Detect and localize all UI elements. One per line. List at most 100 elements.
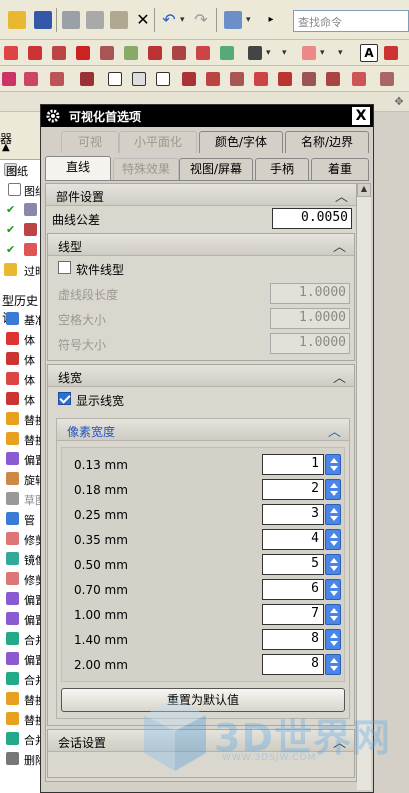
box-filled-icon[interactable] bbox=[132, 72, 146, 86]
history-item[interactable]: 旋转 bbox=[0, 469, 43, 489]
snap-icon[interactable]: ✥ bbox=[392, 95, 406, 109]
space-size-input[interactable]: 1.0000 bbox=[270, 308, 350, 329]
spin-buttons[interactable] bbox=[325, 579, 341, 600]
abc-text-icon[interactable] bbox=[302, 72, 316, 86]
history-item[interactable]: 合并 bbox=[0, 729, 43, 749]
pixel-width-header[interactable]: 像素宽度 ︿ bbox=[57, 419, 349, 441]
tab-names-borders[interactable]: 名称/边界 bbox=[285, 131, 369, 153]
navigator-row[interactable]: 图纸 bbox=[0, 160, 43, 180]
show-lineweight-checkbox[interactable] bbox=[58, 392, 71, 405]
history-item[interactable]: 基准 bbox=[0, 309, 43, 329]
update-icon[interactable] bbox=[220, 46, 234, 60]
linetype-header[interactable]: 线型 ︿ bbox=[48, 234, 354, 256]
pixel-width-value[interactable]: 4 bbox=[262, 529, 324, 550]
history-item[interactable]: 偏置 bbox=[0, 449, 43, 469]
spin-down-icon[interactable] bbox=[330, 516, 338, 521]
history-item[interactable]: 偏置 bbox=[0, 609, 43, 629]
pixel-width-value[interactable]: 6 bbox=[262, 579, 324, 600]
parts-list-icon[interactable] bbox=[206, 72, 220, 86]
navigator-row[interactable]: ✔ bbox=[0, 200, 43, 220]
history-item[interactable]: 修剪 bbox=[0, 529, 43, 549]
tab-handles[interactable]: 手柄 bbox=[255, 158, 309, 180]
history-item[interactable]: 合并 bbox=[0, 629, 43, 649]
spin-buttons[interactable] bbox=[325, 554, 341, 575]
pixel-width-value[interactable]: 2 bbox=[262, 479, 324, 500]
tab-special-effects[interactable]: 特殊效果 bbox=[113, 158, 179, 180]
undo-icon[interactable]: ↶ bbox=[160, 11, 178, 29]
grid-symbol-icon[interactable] bbox=[24, 72, 38, 86]
link-icon[interactable] bbox=[52, 46, 66, 60]
curve-tolerance-input[interactable]: 0.0050 bbox=[272, 208, 352, 229]
history-item[interactable]: 管 bbox=[0, 509, 43, 529]
pixel-width-spinner[interactable]: 2 bbox=[262, 479, 342, 500]
arrow-right-icon[interactable]: ▸ bbox=[262, 11, 280, 29]
text-annotation-icon[interactable]: A bbox=[360, 44, 378, 62]
hatch-dropdown-icon[interactable]: ▾ bbox=[320, 48, 325, 58]
spin-up-icon[interactable] bbox=[330, 658, 338, 663]
pixel-width-value[interactable]: 1 bbox=[262, 454, 324, 475]
close-button[interactable]: X bbox=[352, 107, 370, 125]
pixel-width-spinner[interactable]: 4 bbox=[262, 529, 342, 550]
pixel-width-spinner[interactable]: 1 bbox=[262, 454, 342, 475]
pixel-width-spinner[interactable]: 8 bbox=[262, 654, 342, 675]
spin-up-icon[interactable] bbox=[330, 608, 338, 613]
spin-down-icon[interactable] bbox=[330, 466, 338, 471]
history-item[interactable]: 体 bbox=[0, 369, 43, 389]
history-item[interactable]: 合并 bbox=[0, 669, 43, 689]
redo-icon[interactable]: ↷ bbox=[192, 11, 210, 29]
pixel-width-value[interactable]: 7 bbox=[262, 604, 324, 625]
layout-icon[interactable] bbox=[248, 46, 262, 60]
tab-color-font[interactable]: 颜色/字体 bbox=[199, 131, 283, 153]
reset-defaults-button[interactable]: 重置为默认值 bbox=[61, 688, 345, 712]
pixel-width-spinner[interactable]: 5 bbox=[262, 554, 342, 575]
navigator-row[interactable]: 过时 bbox=[0, 260, 43, 280]
projected-icon[interactable] bbox=[196, 46, 210, 60]
view-icon[interactable] bbox=[100, 46, 114, 60]
spin-down-icon[interactable] bbox=[330, 541, 338, 546]
tab-line[interactable]: 直线 bbox=[45, 156, 111, 180]
line-icon[interactable] bbox=[384, 46, 398, 60]
spin-down-icon[interactable] bbox=[330, 491, 338, 496]
tabular-note-icon[interactable] bbox=[278, 72, 292, 86]
bracket-icon[interactable] bbox=[156, 72, 170, 86]
navigator-column-header[interactable]: ▲ bbox=[0, 142, 43, 160]
command-finder-dropdown-icon[interactable]: ▾ bbox=[246, 15, 251, 25]
hole-table-icon[interactable] bbox=[254, 72, 268, 86]
spin-down-icon[interactable] bbox=[330, 616, 338, 621]
spin-up-icon[interactable] bbox=[330, 483, 338, 488]
dimension-icon[interactable] bbox=[28, 46, 42, 60]
symbol-icon[interactable] bbox=[2, 72, 16, 86]
weld-icon[interactable] bbox=[50, 72, 64, 86]
scroll-up-icon[interactable]: ▲ bbox=[357, 183, 371, 197]
drawing-icon[interactable] bbox=[4, 46, 18, 60]
history-item[interactable]: 体 bbox=[0, 349, 43, 369]
navigator-row[interactable]: ✔ bbox=[0, 240, 43, 260]
history-item[interactable]: 替换 bbox=[0, 429, 43, 449]
history-item[interactable]: 替换 bbox=[0, 689, 43, 709]
balloon-icon[interactable] bbox=[326, 72, 340, 86]
spin-up-icon[interactable] bbox=[330, 508, 338, 513]
history-item[interactable]: 替换 bbox=[0, 409, 43, 429]
hatch-more-dropdown-icon[interactable]: ▾ bbox=[338, 48, 343, 58]
history-item[interactable]: 偏置 bbox=[0, 649, 43, 669]
history-item[interactable]: 体 bbox=[0, 389, 43, 409]
pixel-width-spinner[interactable]: 7 bbox=[262, 604, 342, 625]
pixel-width-spinner[interactable]: 8 bbox=[262, 629, 342, 650]
spin-buttons[interactable] bbox=[325, 479, 341, 500]
software-linetype-checkbox[interactable] bbox=[58, 261, 71, 274]
command-search-input[interactable]: 查找命令 bbox=[293, 10, 409, 32]
pixel-width-value[interactable]: 5 bbox=[262, 554, 324, 575]
spin-buttons[interactable] bbox=[325, 454, 341, 475]
pixel-width-value[interactable]: 8 bbox=[262, 654, 324, 675]
tab-emphasis[interactable]: 着重 bbox=[311, 158, 369, 180]
spin-buttons[interactable] bbox=[325, 529, 341, 550]
lineweight-header[interactable]: 线宽 ︿ bbox=[48, 365, 354, 387]
spin-buttons[interactable] bbox=[325, 654, 341, 675]
box-icon[interactable] bbox=[108, 72, 122, 86]
frame-icon[interactable] bbox=[76, 46, 90, 60]
save-icon[interactable] bbox=[34, 11, 52, 29]
navigator-row[interactable]: ✔ bbox=[0, 220, 43, 240]
break-icon[interactable] bbox=[172, 46, 186, 60]
history-item[interactable]: 删除 bbox=[0, 749, 43, 769]
datum-icon[interactable] bbox=[80, 72, 94, 86]
